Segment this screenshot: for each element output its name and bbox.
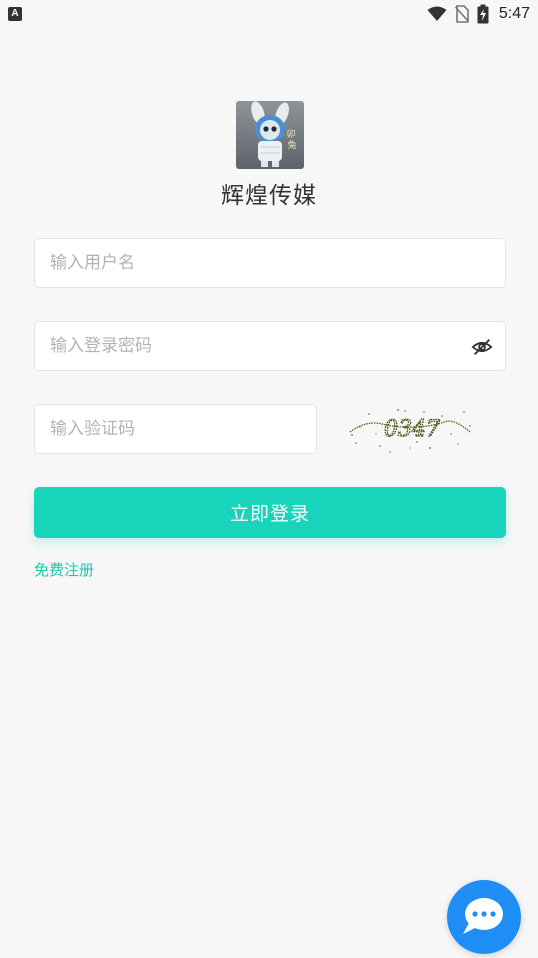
status-bar-left: A bbox=[8, 7, 22, 21]
svg-text:兔: 兔 bbox=[287, 139, 296, 151]
wifi-icon bbox=[427, 6, 447, 21]
app-logo: 卯 兔 bbox=[236, 101, 304, 169]
eye-slash-icon[interactable] bbox=[471, 336, 493, 358]
svg-text:卯: 卯 bbox=[286, 129, 295, 140]
battery-charging-icon bbox=[477, 4, 489, 24]
captcha-text: 0347 bbox=[384, 417, 440, 442]
captcha-field[interactable] bbox=[34, 404, 317, 454]
password-input[interactable] bbox=[35, 322, 505, 370]
brand-title: 辉煌传媒 bbox=[221, 183, 317, 209]
login-button[interactable]: 立即登录 bbox=[34, 487, 506, 538]
username-field[interactable] bbox=[34, 238, 506, 288]
status-bar: A 5:47 bbox=[0, 0, 538, 28]
password-field[interactable] bbox=[34, 321, 506, 371]
chat-button[interactable] bbox=[447, 880, 521, 954]
no-sim-icon bbox=[454, 5, 469, 23]
status-time: 5:47 bbox=[498, 5, 530, 22]
app-notification-icon: A bbox=[8, 7, 22, 21]
register-link[interactable]: 免费注册 bbox=[34, 559, 94, 580]
captcha-image[interactable]: 0347 bbox=[346, 404, 474, 454]
bunny-avatar-logo: 卯 兔 bbox=[236, 101, 304, 169]
chat-bubble-icon bbox=[463, 898, 503, 934]
status-bar-right: 5:47 bbox=[427, 4, 530, 24]
captcha-input[interactable] bbox=[35, 405, 316, 453]
username-input[interactable] bbox=[35, 239, 505, 287]
